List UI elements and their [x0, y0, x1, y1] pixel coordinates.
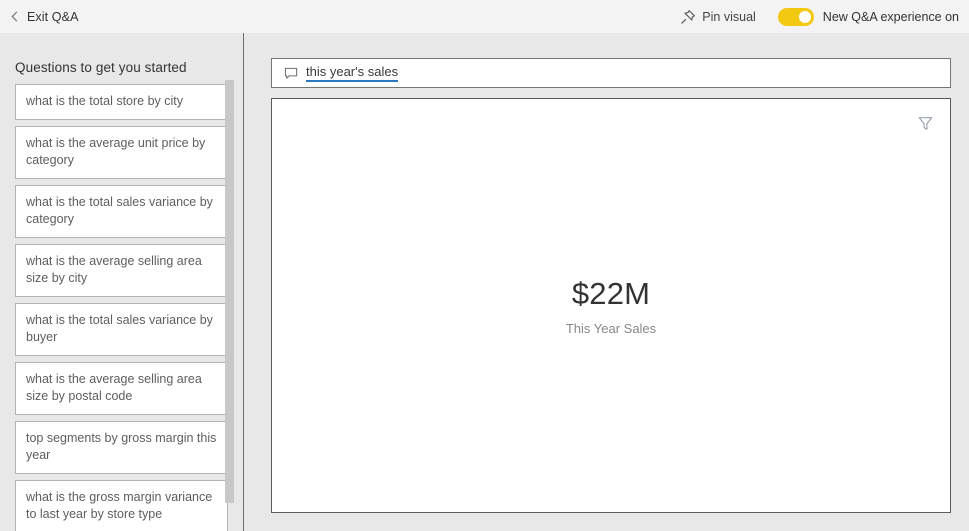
visual-panel: $22M This Year Sales: [271, 98, 951, 513]
sidebar-scrollbar-thumb[interactable]: [225, 80, 234, 503]
suggestion-item[interactable]: top segments by gross margin this year: [15, 421, 228, 474]
suggestion-item[interactable]: what is the total sales variance by buye…: [15, 303, 228, 356]
sidebar-title: Questions to get you started: [15, 60, 187, 75]
exit-qa-label: Exit Q&A: [27, 9, 79, 24]
question-input-value[interactable]: this year's sales: [306, 64, 399, 82]
suggestion-item[interactable]: what is the average unit price by catego…: [15, 126, 228, 179]
card-visual: $22M This Year Sales: [272, 99, 950, 512]
chat-bubble-icon: [284, 67, 298, 79]
suggestions-sidebar: Questions to get you started what is the…: [0, 33, 244, 531]
qa-page: Exit Q&A Pin visual New Q&A experience o…: [0, 0, 969, 531]
suggestion-item[interactable]: what is the average selling area size by…: [15, 244, 228, 297]
suggestion-item[interactable]: what is the gross margin variance to las…: [15, 480, 228, 531]
question-input[interactable]: this year's sales: [271, 58, 951, 88]
suggestion-item[interactable]: what is the total sales variance by cate…: [15, 185, 228, 238]
suggestion-item[interactable]: what is the total store by city: [15, 84, 228, 120]
pin-icon: [681, 9, 696, 24]
chevron-left-icon: [8, 10, 22, 24]
suggestion-item[interactable]: what is the average selling area size by…: [15, 362, 228, 415]
pin-visual-button[interactable]: Pin visual: [680, 9, 756, 25]
top-bar: Exit Q&A Pin visual New Q&A experience o…: [0, 0, 969, 33]
new-qa-experience-label: New Q&A experience on: [822, 9, 959, 24]
toggle-knob: [798, 10, 811, 23]
new-qa-experience-toggle[interactable]: New Q&A experience on: [777, 7, 959, 26]
sidebar-scrollbar-track[interactable]: [225, 33, 239, 531]
card-value: $22M: [571, 275, 651, 311]
exit-qa-button[interactable]: Exit Q&A: [8, 5, 79, 29]
suggestion-list: what is the total store by city what is t…: [15, 84, 228, 531]
main-content: this year's sales $22M This Year Sales: [245, 33, 969, 531]
pin-visual-label: Pin visual: [702, 9, 756, 24]
top-bar-actions: Pin visual New Q&A experience on: [680, 7, 969, 26]
funnel-filter-icon[interactable]: [917, 115, 934, 132]
toggle-track[interactable]: [777, 7, 814, 26]
card-label: This Year Sales: [565, 320, 657, 336]
